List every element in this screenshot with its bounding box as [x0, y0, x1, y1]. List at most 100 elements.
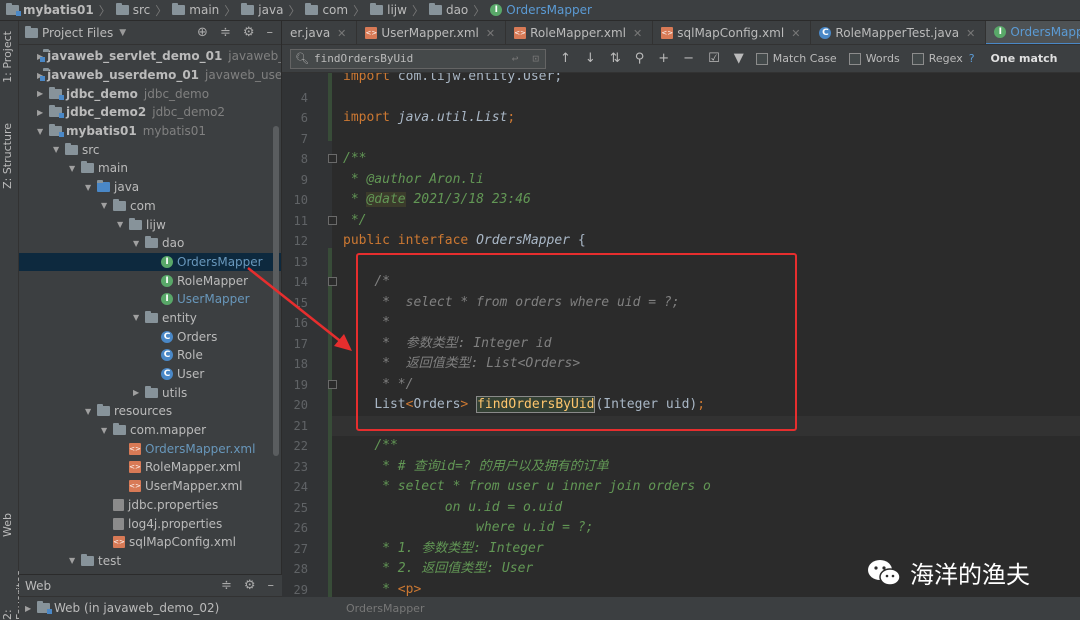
tree-item[interactable]: C Orders [19, 327, 281, 346]
tree-item[interactable]: ▶ jdbc_demo jdbc_demo [19, 84, 281, 103]
tree-item[interactable]: ▶javaweb_servlet_demo_01javaweb_servlet [19, 47, 281, 66]
expand-arrow-icon[interactable]: ▶ [133, 388, 145, 397]
tree-item[interactable]: <> RoleMapper.xml [19, 458, 281, 477]
tree-item[interactable]: ▶ utils [19, 383, 281, 402]
expand-arrow-icon[interactable]: ▶ [37, 89, 49, 98]
words-checkbox[interactable]: Words [848, 52, 900, 65]
breadcrumb-item[interactable]: dao 〉 [428, 2, 490, 19]
tree-item[interactable]: ▼ com [19, 197, 281, 216]
breadcrumb-item[interactable]: I OrdersMapper [490, 3, 592, 17]
tree-item[interactable]: <> OrdersMapper.xml [19, 439, 281, 458]
web-tool-tab[interactable]: Web [1, 513, 14, 537]
collapse-arrow-icon[interactable]: ▼ [133, 313, 145, 322]
web-facet-item[interactable]: ▶ Web (in javaweb_demo_02) [19, 597, 282, 619]
regex-help-icon[interactable]: ? [969, 52, 975, 65]
tree-item-module-name: jdbc_demo2 [152, 105, 226, 120]
folder-icon [145, 310, 158, 323]
collapse-arrow-icon[interactable]: ▼ [101, 426, 113, 435]
breadcrumb-item[interactable]: main 〉 [172, 2, 241, 19]
tree-item[interactable]: ▼ entity [19, 309, 281, 328]
editor-gutter: 4 6 7 8 9 10 11 12 13 14 15 16 17 18 19 20 21 22 23 24 25 26 2… [282, 73, 332, 597]
tree-item[interactable]: <> UserMapper.xml [19, 477, 281, 496]
tree-item-label: UserMapper [177, 292, 250, 307]
collapse-arrow-icon[interactable]: ▼ [117, 220, 129, 229]
editor-tab[interactable]: <> sqlMapConfig.xml ✕ [653, 21, 812, 44]
gear-icon[interactable]: ⚙ [244, 578, 256, 593]
collapse-icon[interactable]: ≑ [221, 578, 232, 593]
add-selection-icon[interactable]: + [658, 51, 669, 66]
tree-item[interactable]: ▶javaweb_userdemo_01javaweb_userdemo [19, 66, 281, 85]
collapse-arrow-icon[interactable]: ▼ [101, 201, 113, 210]
collapse-arrow-icon[interactable]: ▼ [85, 407, 97, 416]
tree-item[interactable]: ▼ com.mapper [19, 421, 281, 440]
tree-item[interactable]: ▼ lijw [19, 215, 281, 234]
regex-checkbox[interactable]: Regex? [911, 52, 975, 65]
collapse-arrow-icon[interactable]: ▼ [69, 164, 81, 173]
filter-icon[interactable]: ▼ [734, 51, 744, 66]
project-view-selector[interactable]: Project Files ▼ [25, 25, 126, 40]
editor-tab[interactable]: <> UserMapper.xml ✕ [357, 21, 507, 44]
collapse-arrow-icon[interactable]: ▼ [85, 183, 97, 192]
tree-item[interactable]: I RoleMapper [19, 271, 281, 290]
select-all-occurrences-icon[interactable]: ☑ [708, 51, 720, 66]
fold-marker-icon[interactable] [328, 379, 337, 389]
breadcrumb-item[interactable]: mybatis01 〉 [6, 2, 116, 19]
editor-tab[interactable]: C RoleMapperTest.java ✕ [811, 21, 987, 44]
editor-tab[interactable]: IOrdersMapper.java✕ [986, 21, 1080, 44]
tree-item[interactable]: <> sqlMapConfig.xml [19, 533, 281, 552]
editor-tab[interactable]: er.java ✕ [282, 21, 358, 44]
tree-item[interactable]: ▼ resources [19, 402, 281, 421]
hide-icon[interactable]: – [267, 25, 274, 40]
tree-item[interactable]: ▼ main [19, 159, 281, 178]
collapse-arrow-icon[interactable]: ▼ [133, 239, 145, 248]
tree-item[interactable]: ▼ mybatis01 mybatis01 [19, 122, 281, 141]
close-icon[interactable]: ✕ [966, 27, 975, 40]
tree-item[interactable]: ▼ java [19, 178, 281, 197]
tree-item-label: javaweb_userdemo_01 [47, 68, 200, 83]
tree-item[interactable]: C Role [19, 346, 281, 365]
close-icon[interactable]: ✕ [337, 27, 346, 40]
editor-tab[interactable]: <> RoleMapper.xml ✕ [506, 21, 654, 44]
fold-marker-icon[interactable] [328, 277, 337, 286]
hide-icon[interactable]: – [268, 578, 275, 593]
tree-item[interactable]: jdbc.properties [19, 496, 281, 515]
close-icon[interactable]: ✕ [633, 27, 642, 40]
locate-icon[interactable]: ⊕ [197, 25, 208, 40]
collapse-arrow-icon[interactable]: ▼ [69, 556, 81, 565]
expand-arrow-icon[interactable]: ▶ [37, 108, 49, 117]
breadcrumb-item[interactable]: java 〉 [241, 2, 305, 19]
history-icon[interactable]: ↩ [512, 52, 519, 65]
collapse-arrow-icon[interactable]: ▼ [37, 127, 49, 136]
gear-icon[interactable]: ⚙ [243, 25, 255, 40]
tree-item[interactable]: ▼ test [19, 552, 281, 571]
close-icon[interactable]: ✕ [791, 27, 800, 40]
breadcrumb-item[interactable]: com 〉 [305, 2, 370, 19]
clear-icon[interactable]: ⊡ [532, 52, 539, 65]
tree-item[interactable]: log4j.properties [19, 514, 281, 533]
collapse-icon[interactable]: ≑ [220, 25, 231, 40]
match-case-checkbox[interactable]: Match Case [755, 52, 837, 65]
watermark-text: 海洋的渔夫 [910, 561, 1030, 589]
tree-item[interactable]: ▼ dao [19, 234, 281, 253]
tree-item[interactable]: ▶ jdbc_demo2 jdbc_demo2 [19, 103, 281, 122]
breadcrumb-item[interactable]: src 〉 [115, 2, 173, 19]
close-icon[interactable]: ✕ [486, 27, 495, 40]
structure-tool-tab[interactable]: Z: Structure [1, 123, 14, 189]
collapse-arrow-icon[interactable]: ▼ [53, 145, 65, 154]
previous-occurrence-icon[interactable]: ↑ [560, 51, 571, 66]
find-in-files-icon[interactable]: ⚲ [635, 51, 645, 66]
breadcrumb-item[interactable]: lijw 〉 [370, 2, 429, 19]
fold-marker-icon[interactable] [328, 154, 337, 163]
project-tool-tab[interactable]: 1: Project [1, 31, 14, 83]
tree-item[interactable]: C User [19, 365, 281, 384]
tree-scrollbar[interactable] [273, 126, 279, 456]
tree-item[interactable]: I UserMapper [19, 290, 281, 309]
remove-selection-icon[interactable]: − [683, 51, 694, 66]
fold-marker-icon[interactable] [328, 215, 337, 225]
find-all-icon[interactable]: ⇅ [610, 51, 621, 66]
next-occurrence-icon[interactable]: ↓ [585, 51, 596, 66]
find-input[interactable]: 🔍︎ findOrdersByUid ↩ ⊡ [290, 48, 546, 69]
tree-item[interactable]: I OrdersMapper [19, 252, 281, 272]
tree-item-label: dao [162, 236, 185, 251]
tree-item[interactable]: ▼ src [19, 140, 281, 159]
